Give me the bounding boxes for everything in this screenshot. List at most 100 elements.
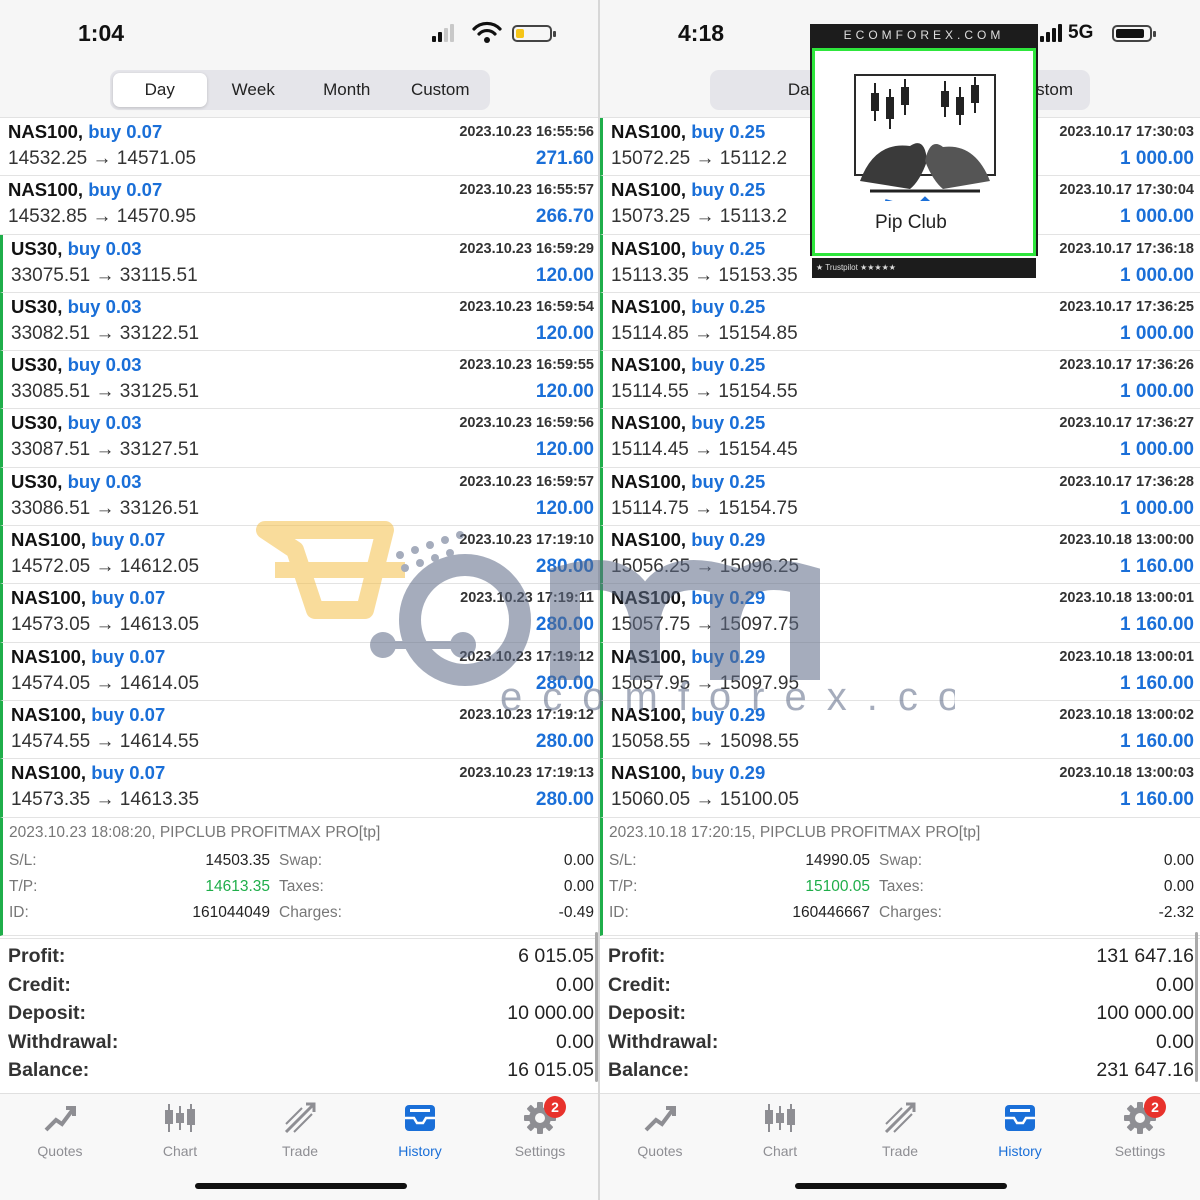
tab-label: History [998,1143,1042,1159]
trade-row[interactable]: NAS100, buy 0.07 2023.10.23 17:19:12 14574… [0,642,600,701]
trade-side: buy 0.07 [91,703,166,725]
trade-side: buy 0.03 [67,237,142,259]
segment-week[interactable]: Week [207,73,301,107]
trade-prices: 14532.25 → 14571.05 [8,148,197,169]
trade-row[interactable]: US30, buy 0.03 2023.10.23 16:59:29 33075.5… [0,234,600,293]
trade-profit: 1 160.00 [1120,614,1194,636]
trade-profit: 1 000.00 [1120,439,1194,461]
summary-label: Profit: [608,945,666,967]
summary-row: Withdrawal: 0.00 [8,1031,594,1059]
trade-title: NAS100, buy 0.07 [11,529,165,551]
trade-time: 2023.10.17 17:36:26 [1059,357,1194,374]
trade-profit: 120.00 [535,381,594,403]
trade-title: NAS100, buy 0.07 [11,762,165,784]
trade-prices: 15114.85 → 15154.85 [611,322,798,344]
detail-header: 2023.10.23 18:08:20, PIPCLUB PROFITMAX P… [9,823,381,841]
trade-row[interactable]: NAS100, buy 0.29 2023.10.18 13:00:01 15057… [600,584,1200,643]
trade-title: NAS100, buy 0.25 [611,238,765,260]
trade-symbol: NAS100, [611,354,687,376]
tab-quotes[interactable]: Quotes [10,1100,110,1159]
detail-label: T/P: [9,877,38,895]
tab-trade[interactable]: Trade [250,1100,350,1159]
home-indicator[interactable] [795,1183,1007,1189]
trade-title: US30, buy 0.03 [11,296,142,318]
trade-time: 2023.10.17 17:36:27 [1059,415,1194,432]
trade-title: US30, buy 0.03 [11,354,142,376]
segment-custom[interactable]: Custom [394,73,488,107]
tab-trade[interactable]: Trade [850,1100,950,1159]
trade-row[interactable]: NAS100, buy 0.25 2023.10.17 17:36:25 15114… [600,292,1200,352]
trade-row[interactable]: NAS100, buy 0.07 2023.10.23 17:19:10 14572… [0,526,600,585]
trade-prices: 15113.35 → 15153.35 [611,264,798,286]
trade-symbol: NAS100, [611,762,687,784]
trade-row[interactable]: NAS100, buy 0.07 2023.10.23 17:19:11 14573… [0,584,600,643]
summary-row: Profit: 6 015.05 [8,945,594,973]
detail-value-charges: -2.32 [1158,903,1194,921]
trade-row[interactable]: US30, buy 0.03 2023.10.23 16:59:55 33085.5… [0,351,600,410]
summary-value: 0.00 [556,1030,594,1053]
trade-symbol: US30, [11,354,63,376]
trade-row[interactable]: US30, buy 0.03 2023.10.23 16:59:57 33086.5… [0,467,600,527]
trade-symbol: US30, [11,412,63,434]
detail-value-id: 161044049 [192,903,270,921]
trade-time: 2023.10.18 13:00:01 [1059,590,1194,607]
detail-label: T/P: [609,877,638,895]
tab-quotes[interactable]: Quotes [610,1100,710,1159]
trade-list: NAS100, buy 0.07 2023.10.23 16:55:56 14532… [0,118,600,818]
trade-title: NAS100, buy 0.29 [611,587,765,609]
trade-row[interactable]: NAS100, buy 0.07 2023.10.23 17:19:12 14574… [0,700,600,760]
trade-row[interactable]: US30, buy 0.03 2023.10.23 16:59:56 33087.5… [0,409,600,468]
trade-row[interactable]: NAS100, buy 0.25 2023.10.17 17:36:26 15114… [600,351,1200,410]
trade-detail[interactable]: 2023.10.18 17:20:15, PIPCLUB PROFITMAX P… [600,817,1200,936]
tab-label: Chart [162,1143,198,1159]
trade-row[interactable]: NAS100, buy 0.07 2023.10.23 16:55:57 14532… [0,176,600,235]
segment-day[interactable]: Day [113,73,207,107]
trade-title: NAS100, buy 0.25 [611,179,765,201]
trade-title: NAS100, buy 0.25 [611,471,765,493]
summary-value: 6 015.05 [518,945,594,967]
tab-settings[interactable]: 2 Settings [1090,1096,1190,1159]
tab-chart[interactable]: Chart [130,1100,230,1159]
settings-icon: 2 [1122,1096,1166,1136]
trade-row[interactable]: US30, buy 0.03 2023.10.23 16:59:54 33082.5… [0,292,600,352]
trade-time: 2023.10.17 17:30:04 [1059,182,1194,199]
tab-history[interactable]: History [970,1100,1070,1159]
detail-value-charges: -0.49 [558,903,594,921]
trade-title: NAS100, buy 0.29 [611,646,765,668]
tab-history[interactable]: History [370,1100,470,1159]
detail-label: ID: [9,903,29,921]
summary-value: 0.00 [1156,1030,1194,1053]
trade-row[interactable]: NAS100, buy 0.25 2023.10.17 17:36:27 15114… [600,409,1200,468]
trade-row[interactable]: NAS100, buy 0.29 2023.10.18 13:00:01 15057… [600,642,1200,701]
trade-detail[interactable]: 2023.10.23 18:08:20, PIPCLUB PROFITMAX P… [0,817,600,936]
segment-month[interactable]: Month [300,73,394,107]
scrollbar[interactable] [1195,932,1198,1082]
trade-row[interactable]: NAS100, buy 0.25 2023.10.17 17:36:28 15114… [600,467,1200,527]
trade-time: 2023.10.18 13:00:02 [1059,706,1194,723]
home-indicator[interactable] [195,1183,407,1189]
trade-row[interactable]: NAS100, buy 0.29 2023.10.18 13:00:03 15060… [600,759,1200,818]
detail-value-sl: 14990.05 [805,851,870,869]
trade-row[interactable]: NAS100, buy 0.29 2023.10.18 13:00:00 15056… [600,526,1200,585]
tab-label: History [398,1143,442,1159]
trade-row[interactable]: NAS100, buy 0.29 2023.10.18 13:00:02 15058… [600,700,1200,760]
trade-prices: 14573.35 → 14613.35 [11,789,200,811]
summary-row: Withdrawal: 0.00 [608,1031,1194,1059]
trade-time: 2023.10.23 16:55:56 [459,124,594,140]
trade-side: buy 0.25 [691,295,766,317]
tab-settings[interactable]: 2 Settings [490,1096,590,1159]
trade-symbol: NAS100, [611,121,687,142]
trade-profit: 1 000.00 [1120,148,1194,169]
trade-side: buy 0.03 [67,470,142,492]
trade-profit: 266.70 [535,206,594,228]
tab-chart[interactable]: Chart [730,1100,830,1159]
trade-row[interactable]: NAS100, buy 0.07 2023.10.23 16:55:56 14532… [0,118,600,177]
notification-badge: 2 [1144,1096,1166,1118]
status-time: 1:04 [78,20,125,46]
detail-label: Swap: [879,851,923,869]
trade-row[interactable]: NAS100, buy 0.07 2023.10.23 17:19:13 14573… [0,759,600,818]
detail-label: ID: [609,903,629,921]
trade-title: NAS100, buy 0.07 [11,587,165,609]
trade-title: NAS100, buy 0.29 [611,529,765,551]
trade-time: 2023.10.18 13:00:03 [1059,765,1194,782]
